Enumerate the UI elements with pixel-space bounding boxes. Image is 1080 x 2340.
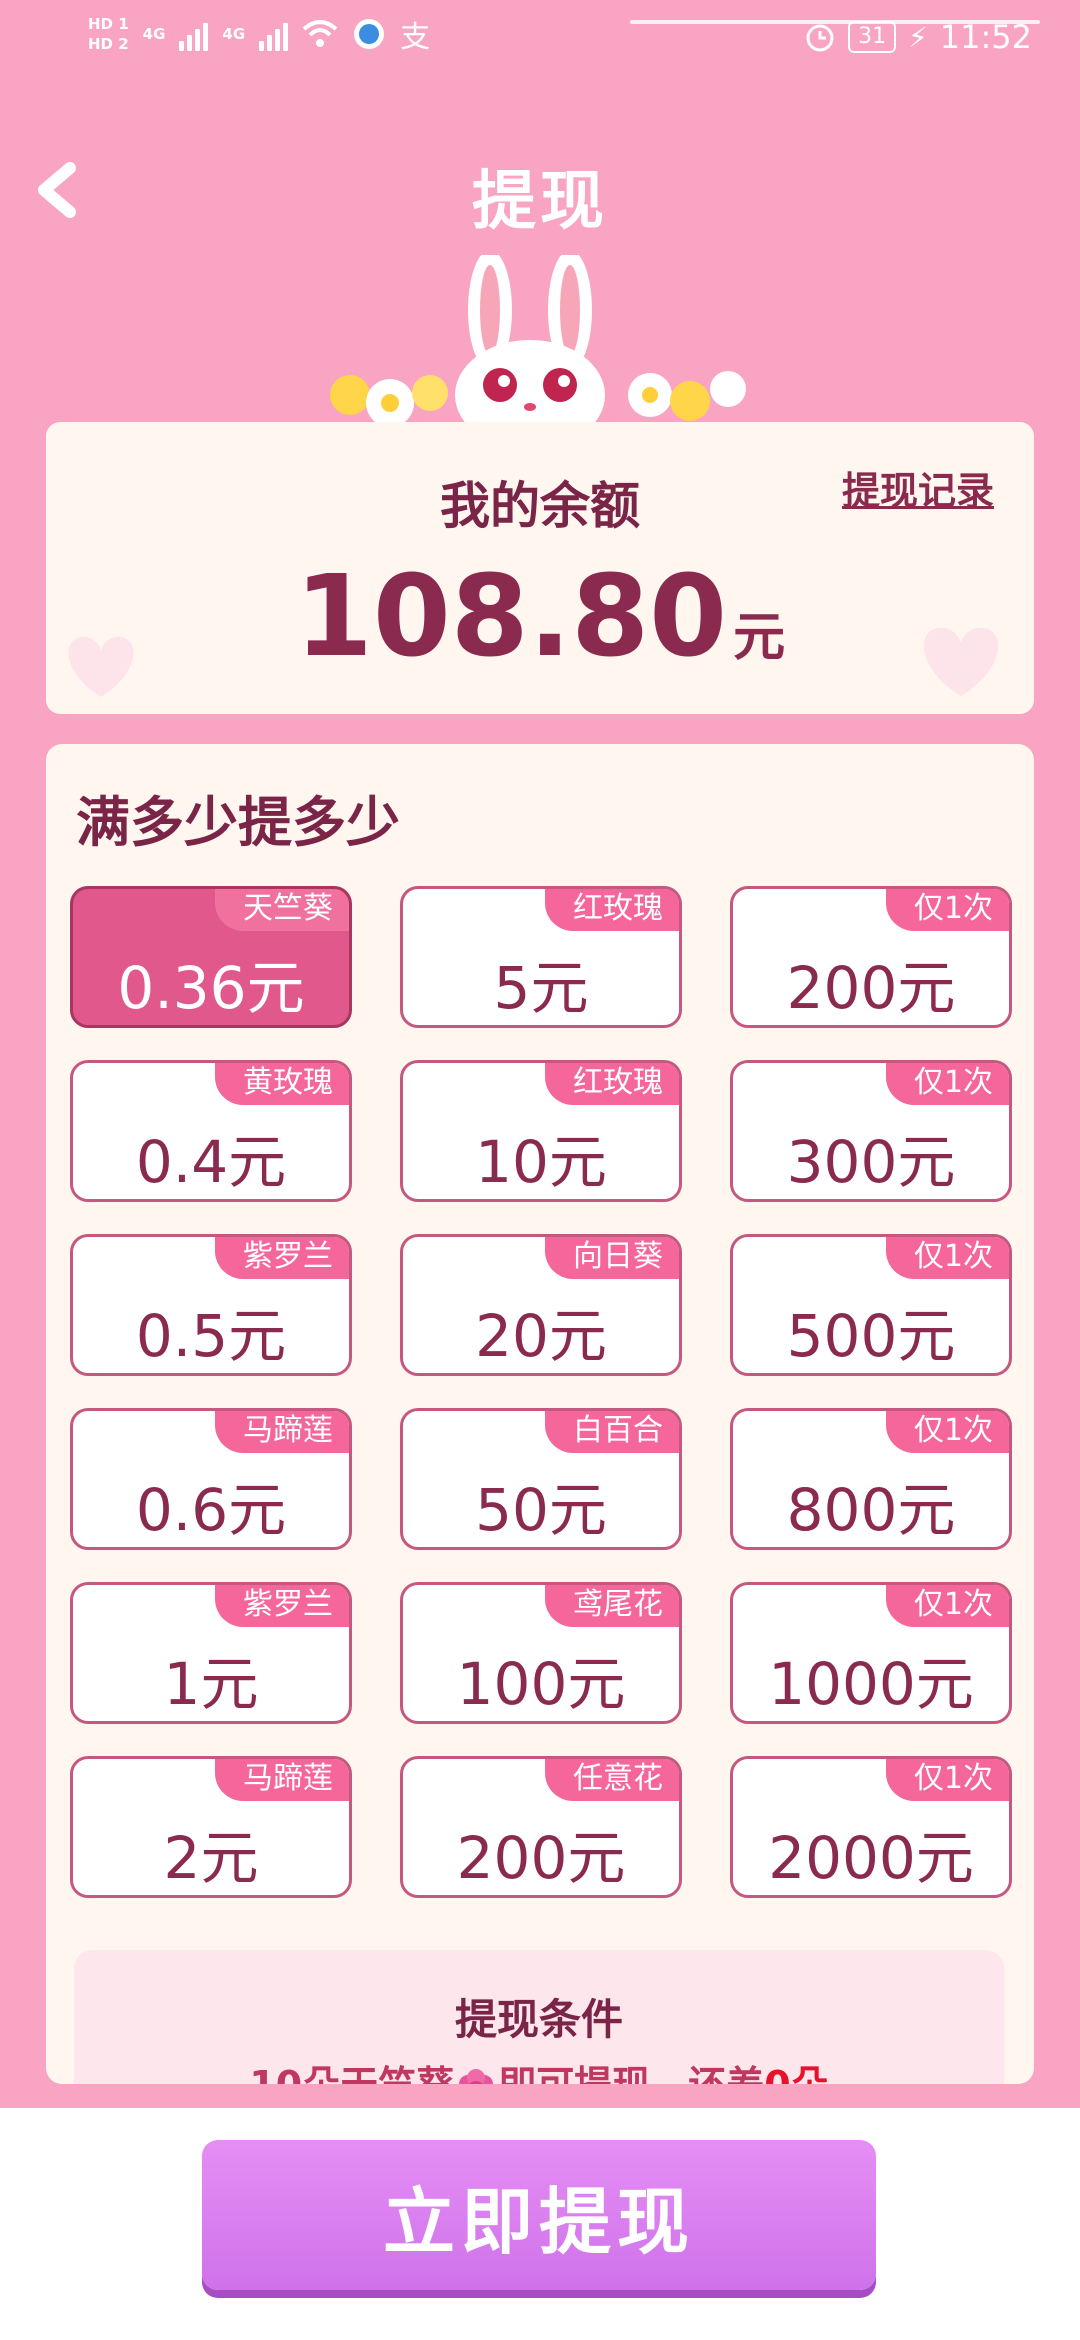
option-value: 2元: [163, 1824, 259, 1892]
option-value: 200元: [456, 1824, 626, 1892]
amount-option[interactable]: 天竺葵 0.36元: [70, 886, 352, 1028]
option-value: 0.6元: [135, 1476, 287, 1544]
wifi-icon: [302, 20, 338, 47]
option-value: 500元: [786, 1302, 956, 1370]
network2-label: 4G: [222, 25, 246, 43]
option-tag: 仅1次: [885, 1411, 1009, 1453]
option-tag: 仅1次: [885, 889, 1009, 931]
signal2-icon: [259, 17, 289, 51]
condition-remaining: 0朵: [764, 2063, 828, 2084]
condition-title: 提现条件: [454, 1995, 623, 2044]
option-tag: 红玫瑰: [545, 889, 679, 931]
amount-option[interactable]: 黄玫瑰 0.4元: [70, 1060, 352, 1202]
signal1-icon: [179, 17, 209, 51]
amount-option[interactable]: 任意花 200元: [400, 1756, 682, 1898]
option-tag: 仅1次: [885, 1237, 1009, 1279]
amount-option[interactable]: 仅1次 800元: [730, 1408, 1012, 1550]
option-value: 2000元: [768, 1824, 974, 1892]
balance-amount: 108.80 元: [46, 552, 1034, 682]
option-tag: 白百合: [545, 1411, 679, 1453]
amount-option[interactable]: 仅1次 200元: [730, 886, 1012, 1028]
option-tag: 天竺葵: [215, 889, 349, 931]
status-bar: HD 1 HD 2 4G 4G 支 31 ⚡ 11:52: [0, 0, 1080, 80]
amount-option[interactable]: 白百合 50元: [400, 1408, 682, 1550]
option-value: 20元: [475, 1302, 607, 1370]
amount-option[interactable]: 紫罗兰 1元: [70, 1582, 352, 1724]
option-tag: 仅1次: [885, 1585, 1009, 1627]
amount-option[interactable]: 向日葵 20元: [400, 1234, 682, 1376]
condition-text-before: 10朵天竺葵: [249, 2063, 454, 2084]
option-value: 800元: [786, 1476, 956, 1544]
clock-time: 11:52: [939, 18, 1032, 56]
battery-level: 31: [848, 21, 897, 53]
charging-icon: ⚡: [908, 20, 928, 54]
hd1-label: HD 1: [88, 15, 129, 33]
condition-text-middle: 即可提现，还差: [498, 2063, 764, 2084]
amount-option[interactable]: 仅1次 300元: [730, 1060, 1012, 1202]
option-value: 10元: [475, 1128, 607, 1196]
option-value: 5元: [493, 954, 589, 1022]
amount-option[interactable]: 红玫瑰 5元: [400, 886, 682, 1028]
option-value: 300元: [786, 1128, 956, 1196]
amount-options-grid: 天竺葵 0.36元 红玫瑰 5元 仅1次 200元 黄玫瑰 0.4元 红玫瑰 10元 仅1…: [70, 886, 1018, 1898]
amount-option[interactable]: 马蹄莲 0.6元: [70, 1408, 352, 1550]
hd2-label: HD 2: [88, 35, 129, 53]
option-tag: 鸢尾花: [545, 1585, 679, 1627]
balance-value: 108.80: [294, 552, 728, 682]
amount-option[interactable]: 鸢尾花 100元: [400, 1582, 682, 1724]
hd-indicators: HD 1 HD 2: [88, 14, 129, 54]
option-value: 0.4元: [135, 1128, 287, 1196]
balance-card: 我的余额 提现记录 108.80 元: [46, 422, 1034, 714]
option-tag: 仅1次: [885, 1063, 1009, 1105]
network1-label: 4G: [142, 25, 166, 43]
option-tag: 向日葵: [545, 1237, 679, 1279]
amount-option[interactable]: 仅1次 2000元: [730, 1756, 1012, 1898]
bunny-mascot-icon: [330, 255, 746, 430]
amount-option[interactable]: 紫罗兰 0.5元: [70, 1234, 352, 1376]
option-tag: 马蹄莲: [215, 1759, 349, 1801]
withdraw-record-link[interactable]: 提现记录: [842, 460, 994, 515]
alipay-icon: 支: [400, 20, 431, 55]
option-tag: 紫罗兰: [215, 1237, 349, 1279]
option-value: 100元: [456, 1650, 626, 1718]
option-value: 1元: [163, 1650, 259, 1718]
footer-bar: 立即提现: [0, 2108, 1080, 2340]
balance-unit: 元: [733, 608, 786, 668]
option-value: 200元: [786, 954, 956, 1022]
option-tag: 红玫瑰: [545, 1063, 679, 1105]
option-tag: 马蹄莲: [215, 1411, 349, 1453]
option-value: 0.5元: [135, 1302, 287, 1370]
option-tag: 紫罗兰: [215, 1585, 349, 1627]
withdraw-condition: 提现条件 10朵天竺葵 即可提现，还差0朵: [74, 1950, 1004, 2084]
option-value: 50元: [475, 1476, 607, 1544]
option-value: 1000元: [768, 1650, 974, 1718]
amount-option[interactable]: 仅1次 1000元: [730, 1582, 1012, 1724]
amount-option[interactable]: 红玫瑰 10元: [400, 1060, 682, 1202]
geranium-flower-icon: [459, 2068, 494, 2084]
browser-icon: [354, 19, 385, 49]
option-tag: 黄玫瑰: [215, 1063, 349, 1105]
option-value: 0.36元: [117, 954, 305, 1022]
withdraw-options-card: 满多少提多少 天竺葵 0.36元 红玫瑰 5元 仅1次 200元 黄玫瑰 0.4元 红玫…: [46, 744, 1034, 2084]
withdraw-now-button[interactable]: 立即提现: [202, 2140, 876, 2290]
section-title: 满多少提多少: [76, 791, 400, 854]
amount-option[interactable]: 仅1次 500元: [730, 1234, 1012, 1376]
option-tag: 仅1次: [885, 1759, 1009, 1801]
alarm-icon: [806, 24, 834, 52]
option-tag: 任意花: [545, 1759, 679, 1801]
page-title: 提现: [472, 165, 608, 239]
condition-text: 10朵天竺葵 即可提现，还差0朵: [74, 2054, 1004, 2084]
amount-option[interactable]: 马蹄莲 2元: [70, 1756, 352, 1898]
